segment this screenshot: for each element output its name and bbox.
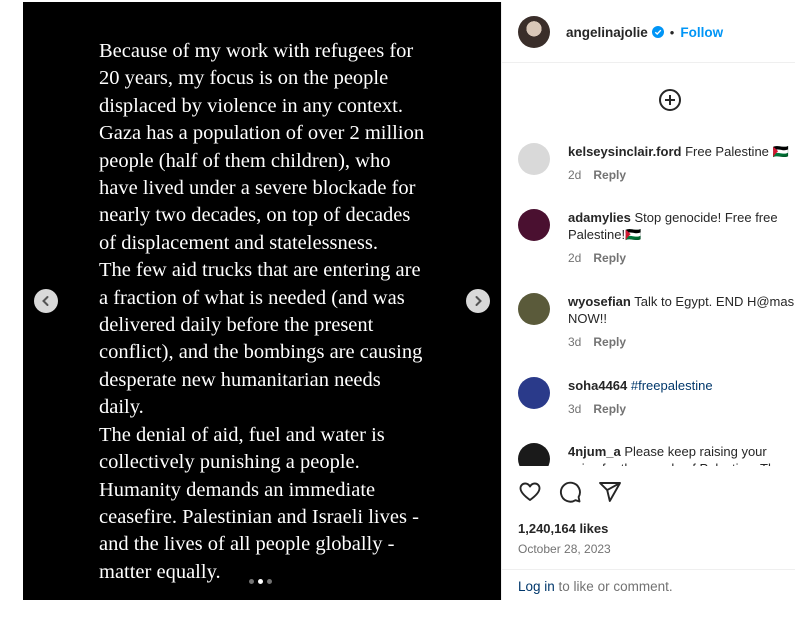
chevron-right-icon	[475, 296, 482, 306]
comment-content: soha4464 #freepalestine	[568, 377, 795, 394]
comment-time[interactable]: 2d	[568, 168, 581, 182]
carousel-indicator	[249, 579, 272, 584]
comment-meta: 2d Reply	[568, 250, 795, 267]
comment-body: 4njum_a Please keep raising your voice f…	[568, 443, 795, 466]
share-icon[interactable]	[598, 480, 622, 504]
caption-line: collectively punishing a people.	[99, 451, 360, 474]
comment-meta: 3d Reply	[568, 334, 795, 351]
caption-line: nearly two decades, on top of decades	[99, 204, 411, 227]
comment-body: adamylies Stop genocide! Free free Pales…	[568, 209, 795, 267]
heart-icon[interactable]	[518, 480, 542, 504]
caption-line: delivered daily before the present	[99, 314, 374, 337]
caption-line: a fraction of what is needed (and was	[99, 286, 405, 309]
comment-body: wyosefian Talk to Egypt. END H@mas NOW!!…	[568, 293, 795, 351]
post-image-text: Because of my work with refugees for 20 y…	[99, 38, 429, 586]
caption-line: displaced by violence in any context.	[99, 94, 403, 117]
caption-line: Gaza has a population of over 2 million	[99, 122, 425, 145]
comment-content: 4njum_a Please keep raising your voice f…	[568, 443, 795, 466]
commenter-username[interactable]: wyosefian	[568, 294, 631, 309]
caption-line: ceasefire. Palestinian and Israeli lives…	[99, 505, 419, 528]
comment-icon[interactable]	[558, 480, 582, 504]
previous-slide-button[interactable]	[34, 289, 58, 313]
carousel-dot	[258, 579, 263, 584]
commenter-avatar[interactable]	[518, 293, 550, 325]
follow-button[interactable]: Follow	[680, 25, 723, 40]
login-prompt: Log in to like or comment.	[502, 569, 795, 603]
reply-button[interactable]: Reply	[593, 251, 626, 265]
comment-text: Free Palestine 🇵🇸	[685, 144, 789, 159]
comment-meta: 2d Reply	[568, 167, 795, 184]
post-sidebar: angelinajolie • Follow kelseysinclair.fo…	[501, 2, 795, 600]
commenter-username[interactable]: kelseysinclair.ford	[568, 144, 681, 159]
action-bar	[518, 480, 622, 504]
comment-body: kelseysinclair.ford Free Palestine 🇵🇸 2d R…	[568, 143, 795, 184]
commenter-avatar[interactable]	[518, 209, 550, 241]
caption-line: have lived under a severe blockade for	[99, 177, 416, 200]
commenter-username[interactable]: adamylies	[568, 210, 631, 225]
comment-time[interactable]: 3d	[568, 335, 581, 349]
comments-list[interactable]: kelseysinclair.ford Free Palestine 🇵🇸 2d R…	[502, 63, 795, 466]
comment-time[interactable]: 2d	[568, 251, 581, 265]
caption-line: Humanity demands an immediate	[99, 478, 376, 501]
login-prompt-text: to like or comment.	[554, 579, 673, 594]
header-separator: •	[669, 24, 675, 40]
post-media: Because of my work with refugees for 20 y…	[23, 2, 501, 600]
verified-badge-icon	[651, 26, 664, 38]
caption-line: The denial of aid, fuel and water is	[99, 423, 385, 446]
caption-line: Because of my work with refugees for	[99, 40, 414, 62]
caption-line: The few aid trucks that are entering are	[99, 259, 421, 282]
comment-content: adamylies Stop genocide! Free free Pales…	[568, 209, 795, 243]
caption-line: people (half of them children), who	[99, 149, 391, 172]
commenter-avatar[interactable]	[518, 443, 550, 466]
commenter-username[interactable]: 4njum_a	[568, 444, 621, 459]
author-avatar[interactable]	[518, 16, 550, 48]
likes-count[interactable]: 1,240,164 likes	[518, 521, 608, 536]
caption-line: of displacement and statelessness.	[99, 231, 378, 254]
commenter-avatar[interactable]	[518, 377, 550, 409]
chevron-left-icon	[42, 296, 49, 306]
commenter-username[interactable]: soha4464	[568, 378, 627, 393]
carousel-dot	[249, 579, 254, 584]
comment-time[interactable]: 3d	[568, 402, 581, 416]
reply-button[interactable]: Reply	[593, 402, 626, 416]
comment-content: wyosefian Talk to Egypt. END H@mas NOW!!	[568, 293, 795, 327]
next-slide-button[interactable]	[466, 289, 490, 313]
instagram-post: Because of my work with refugees for 20 y…	[23, 2, 795, 600]
post-date: October 28, 2023	[518, 542, 611, 556]
reply-button[interactable]: Reply	[593, 335, 626, 349]
comment-meta: 3d Reply	[568, 401, 795, 418]
load-more-comments-icon[interactable]	[658, 88, 682, 112]
comment-body: soha4464 #freepalestine 3d Reply	[568, 377, 795, 418]
post-header: angelinajolie • Follow	[502, 2, 795, 63]
caption-line: 20 years, my focus is on the people	[99, 67, 389, 90]
caption-line: and the lives of all people globally -	[99, 533, 395, 556]
author-username[interactable]: angelinajolie	[566, 25, 648, 40]
commenter-avatar[interactable]	[518, 143, 550, 175]
caption-line: conflict), and the bombings are causing	[99, 341, 423, 364]
login-link[interactable]: Log in	[518, 579, 555, 594]
reply-button[interactable]: Reply	[593, 168, 626, 182]
comment-content: kelseysinclair.ford Free Palestine 🇵🇸	[568, 143, 795, 160]
comment-text: #freepalestine	[630, 378, 713, 393]
caption-line: desperate new humanitarian needs daily.	[99, 368, 381, 419]
carousel-dot	[267, 579, 272, 584]
